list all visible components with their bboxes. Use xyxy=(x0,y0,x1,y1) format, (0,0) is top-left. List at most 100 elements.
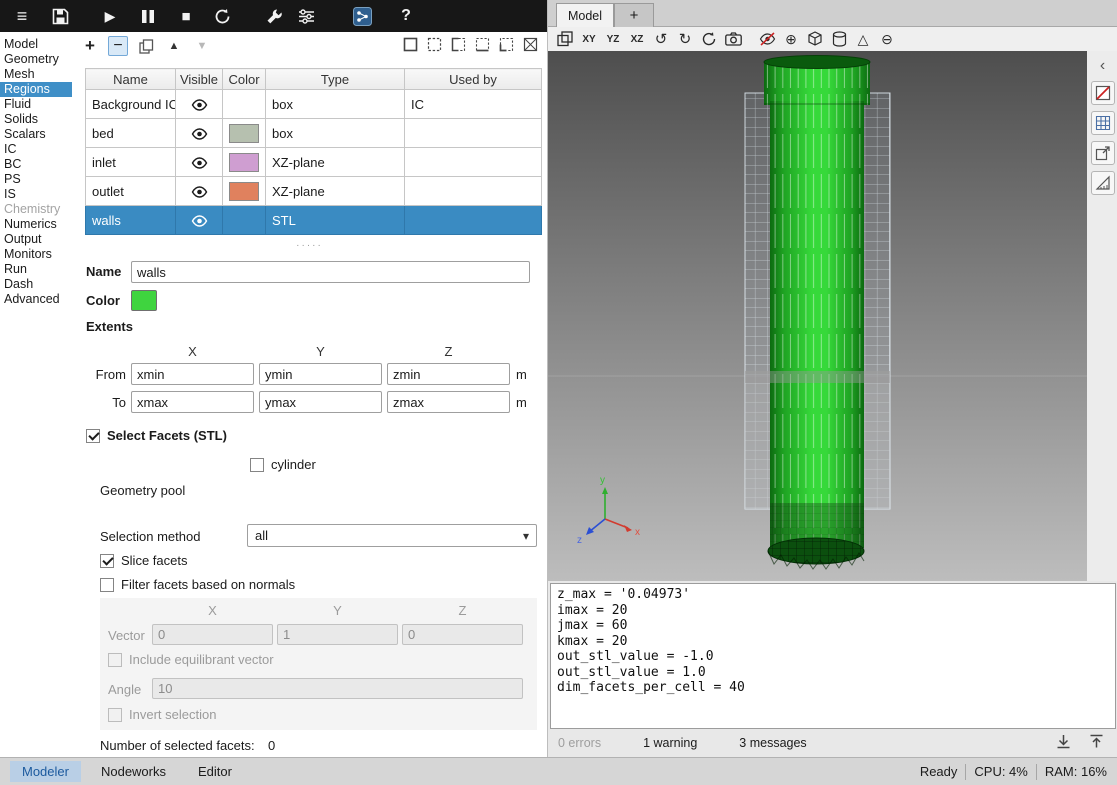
region-filter-outline-icon[interactable] xyxy=(427,37,442,55)
download-log-icon[interactable] xyxy=(1056,734,1071,752)
slice-plane-icon[interactable]: ⊖ xyxy=(876,29,898,49)
projection-toggle-icon[interactable] xyxy=(554,29,576,49)
region-filter-half-icon[interactable] xyxy=(451,37,466,55)
nav-item-model[interactable]: Model xyxy=(0,37,72,52)
stop-icon[interactable]: ■ xyxy=(174,4,198,28)
splitter-handle[interactable]: ····· xyxy=(72,242,547,250)
remove-region-button[interactable]: − xyxy=(108,36,128,56)
nav-item-numerics[interactable]: Numerics xyxy=(0,217,72,232)
column-header-color[interactable]: Color xyxy=(223,69,266,90)
view-xz-button[interactable]: XZ xyxy=(626,29,648,49)
visibility-eye-icon[interactable] xyxy=(191,215,208,227)
viewport-3d[interactable]: x y z xyxy=(548,51,1087,581)
to-x-input[interactable] xyxy=(131,391,254,413)
origin-axes-icon[interactable]: ⊕ xyxy=(780,29,802,49)
mode-tab-editor[interactable]: Editor xyxy=(186,761,244,782)
messages-count[interactable]: 3 messages xyxy=(739,736,806,750)
nav-item-ic[interactable]: IC xyxy=(0,142,72,157)
visibility-eye-icon[interactable] xyxy=(191,99,208,111)
region-row-outlet[interactable]: outlet XZ-plane xyxy=(86,177,542,206)
region-name-input[interactable] xyxy=(131,261,530,283)
geometry-cube-icon[interactable] xyxy=(804,29,826,49)
from-z-input[interactable] xyxy=(387,363,510,385)
visibility-eye-icon[interactable] xyxy=(191,186,208,198)
column-header-visible[interactable]: Visible xyxy=(176,69,223,90)
scroll-top-icon[interactable] xyxy=(1089,734,1104,752)
run-play-icon[interactable]: ▶ xyxy=(98,4,122,28)
region-filter-plane-icon[interactable] xyxy=(475,37,490,55)
view-yz-button[interactable]: YZ xyxy=(602,29,624,49)
reset-icon[interactable] xyxy=(210,4,234,28)
visibility-toggle-icon[interactable] xyxy=(756,29,778,49)
region-row-walls[interactable]: walls STL xyxy=(86,206,542,235)
nav-item-scalars[interactable]: Scalars xyxy=(0,127,72,142)
screenshot-camera-icon[interactable] xyxy=(722,29,744,49)
from-y-input[interactable] xyxy=(259,363,382,385)
region-color-button[interactable] xyxy=(131,290,157,311)
errors-count[interactable]: 0 errors xyxy=(558,736,601,750)
build-wrench-icon[interactable] xyxy=(262,4,286,28)
to-z-input[interactable] xyxy=(387,391,510,413)
nav-item-run[interactable]: Run xyxy=(0,262,72,277)
mode-tab-nodeworks[interactable]: Nodeworks xyxy=(89,761,178,782)
filter-facets-checkbox[interactable]: Filter facets based on normals xyxy=(100,577,295,592)
nav-item-mesh[interactable]: Mesh xyxy=(0,67,72,82)
menu-icon[interactable]: ≡ xyxy=(10,4,34,28)
nodeworks-icon[interactable] xyxy=(350,4,374,28)
mesh-grid-icon[interactable] xyxy=(1091,111,1115,135)
cone-geometry-icon[interactable]: △ xyxy=(852,29,874,49)
solver-console[interactable]: z_max = '0.04973' imax = 20 jmax = 60 km… xyxy=(550,583,1116,729)
duplicate-region-button[interactable] xyxy=(136,36,156,56)
nav-item-geometry[interactable]: Geometry xyxy=(0,52,72,67)
mode-tab-modeler[interactable]: Modeler xyxy=(10,761,81,782)
add-region-button[interactable]: + xyxy=(80,36,100,56)
nav-item-is[interactable]: IS xyxy=(0,187,72,202)
from-x-input[interactable] xyxy=(131,363,254,385)
angle-ruler-icon[interactable] xyxy=(1091,171,1115,195)
slice-facets-checkbox[interactable]: Slice facets xyxy=(100,553,187,568)
visibility-eye-icon[interactable] xyxy=(191,157,208,169)
column-header-type[interactable]: Type xyxy=(266,69,405,90)
collapse-panel-icon[interactable]: ‹ xyxy=(1100,57,1105,75)
region-filter-box-icon[interactable] xyxy=(403,37,418,55)
column-header-usedby[interactable]: Used by xyxy=(405,69,542,90)
nav-item-ps[interactable]: PS xyxy=(0,172,72,187)
rotate-cw-icon[interactable]: ↻ xyxy=(674,29,696,49)
view-xy-button[interactable]: XY xyxy=(578,29,600,49)
region-row-bed[interactable]: bed box xyxy=(86,119,542,148)
visibility-eye-icon[interactable] xyxy=(191,128,208,140)
reset-view-icon[interactable] xyxy=(698,29,720,49)
region-color-swatch[interactable] xyxy=(229,124,259,143)
pause-icon[interactable] xyxy=(136,4,160,28)
region-color-swatch[interactable] xyxy=(229,153,259,172)
region-row-inlet[interactable]: inlet XZ-plane xyxy=(86,148,542,177)
new-tab-button[interactable]: + xyxy=(614,3,654,27)
region-color-swatch[interactable] xyxy=(229,182,259,201)
tab-model[interactable]: Model xyxy=(556,3,614,27)
rotate-ccw-icon[interactable]: ↺ xyxy=(650,29,672,49)
region-filter-stl-icon[interactable] xyxy=(523,37,538,55)
cylinder-checkbox[interactable]: cylinder xyxy=(250,457,316,472)
to-y-input[interactable] xyxy=(259,391,382,413)
nav-item-advanced[interactable]: Advanced xyxy=(0,292,72,307)
regions-cylinder-icon[interactable] xyxy=(828,29,850,49)
nav-item-fluid[interactable]: Fluid xyxy=(0,97,72,112)
parameters-sliders-icon[interactable] xyxy=(294,4,318,28)
warnings-count[interactable]: 1 warning xyxy=(643,736,697,750)
save-icon[interactable] xyxy=(48,4,72,28)
select-facets-checkbox[interactable]: Select Facets (STL) xyxy=(86,428,227,443)
nav-item-output[interactable]: Output xyxy=(0,232,72,247)
column-header-name[interactable]: Name xyxy=(86,69,176,90)
nav-item-dash[interactable]: Dash xyxy=(0,277,72,292)
help-icon[interactable]: ? xyxy=(394,4,418,28)
nav-item-regions[interactable]: Regions xyxy=(0,82,72,97)
hide-geometry-icon[interactable] xyxy=(1091,81,1115,105)
move-up-button[interactable]: ▲ xyxy=(164,36,184,56)
selection-method-dropdown[interactable]: all ▾ xyxy=(247,524,537,547)
region-filter-corner-icon[interactable] xyxy=(499,37,514,55)
fit-view-icon[interactable] xyxy=(1091,141,1115,165)
nav-item-monitors[interactable]: Monitors xyxy=(0,247,72,262)
nav-item-solids[interactable]: Solids xyxy=(0,112,72,127)
region-color-cell[interactable] xyxy=(223,206,266,235)
region-color-cell[interactable] xyxy=(223,90,266,119)
